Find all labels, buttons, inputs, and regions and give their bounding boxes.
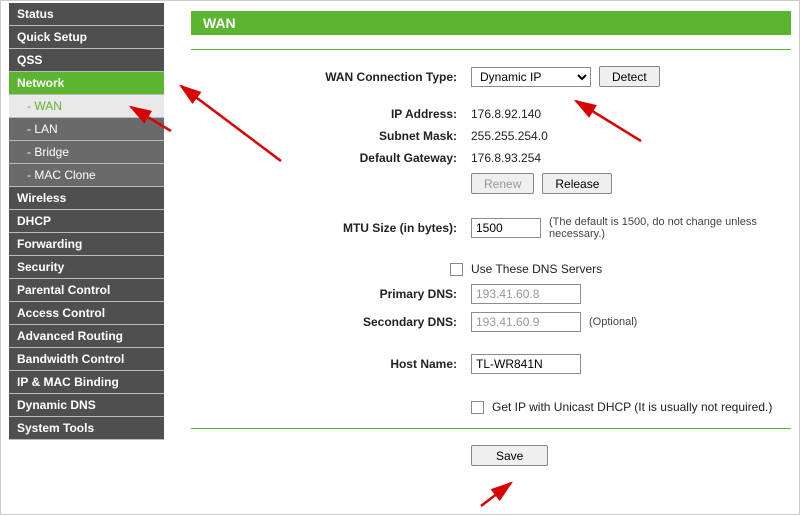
- divider: [191, 428, 791, 429]
- label-conn-type: WAN Connection Type:: [191, 70, 471, 84]
- value-gw: 176.8.93.254: [471, 151, 791, 165]
- sidebar-item[interactable]: Forwarding: [9, 233, 164, 256]
- label-secondary-dns: Secondary DNS:: [191, 315, 471, 329]
- label-host: Host Name:: [191, 357, 471, 371]
- sidebar-item[interactable]: IP & MAC Binding: [9, 371, 164, 394]
- wan-connection-type-select[interactable]: Dynamic IP: [471, 67, 591, 87]
- sidebar: StatusQuick SetupQSSNetwork- WAN- LAN- B…: [9, 3, 164, 440]
- use-dns-checkbox[interactable]: [450, 263, 463, 276]
- sidebar-item[interactable]: DHCP: [9, 210, 164, 233]
- label-ip: IP Address:: [191, 107, 471, 121]
- unicast-dhcp-checkbox[interactable]: [471, 401, 484, 414]
- sidebar-item[interactable]: - WAN: [9, 95, 164, 118]
- sidebar-item[interactable]: - LAN: [9, 118, 164, 141]
- save-button[interactable]: Save: [471, 445, 548, 466]
- unicast-label: Get IP with Unicast DHCP (It is usually …: [492, 400, 772, 414]
- renew-button[interactable]: Renew: [471, 173, 534, 194]
- sidebar-item[interactable]: - MAC Clone: [9, 164, 164, 187]
- value-mask: 255.255.254.0: [471, 129, 791, 143]
- optional-note: (Optional): [589, 316, 637, 328]
- sidebar-item[interactable]: Quick Setup: [9, 26, 164, 49]
- secondary-dns-input[interactable]: [471, 312, 581, 332]
- divider: [191, 49, 791, 50]
- detect-button[interactable]: Detect: [599, 66, 660, 87]
- sidebar-item[interactable]: Access Control: [9, 302, 164, 325]
- label-mtu: MTU Size (in bytes):: [191, 221, 471, 235]
- use-dns-label: Use These DNS Servers: [471, 262, 791, 276]
- sidebar-item[interactable]: - Bridge: [9, 141, 164, 164]
- sidebar-item[interactable]: Advanced Routing: [9, 325, 164, 348]
- sidebar-item[interactable]: Wireless: [9, 187, 164, 210]
- sidebar-item[interactable]: QSS: [9, 49, 164, 72]
- primary-dns-input[interactable]: [471, 284, 581, 304]
- label-primary-dns: Primary DNS:: [191, 287, 471, 301]
- sidebar-item[interactable]: System Tools: [9, 417, 164, 440]
- sidebar-item[interactable]: Parental Control: [9, 279, 164, 302]
- page-title: WAN: [191, 11, 791, 35]
- mtu-input[interactable]: [471, 218, 541, 238]
- release-button[interactable]: Release: [542, 173, 612, 194]
- main-content: WAN WAN Connection Type: Dynamic IP Dete…: [191, 11, 791, 494]
- label-gw: Default Gateway:: [191, 151, 471, 165]
- sidebar-item[interactable]: Network: [9, 72, 164, 95]
- value-ip: 176.8.92.140: [471, 107, 791, 121]
- label-mask: Subnet Mask:: [191, 129, 471, 143]
- sidebar-item[interactable]: Dynamic DNS: [9, 394, 164, 417]
- host-name-input[interactable]: [471, 354, 581, 374]
- sidebar-item[interactable]: Status: [9, 3, 164, 26]
- sidebar-item[interactable]: Security: [9, 256, 164, 279]
- mtu-note: (The default is 1500, do not change unle…: [549, 216, 791, 240]
- sidebar-item[interactable]: Bandwidth Control: [9, 348, 164, 371]
